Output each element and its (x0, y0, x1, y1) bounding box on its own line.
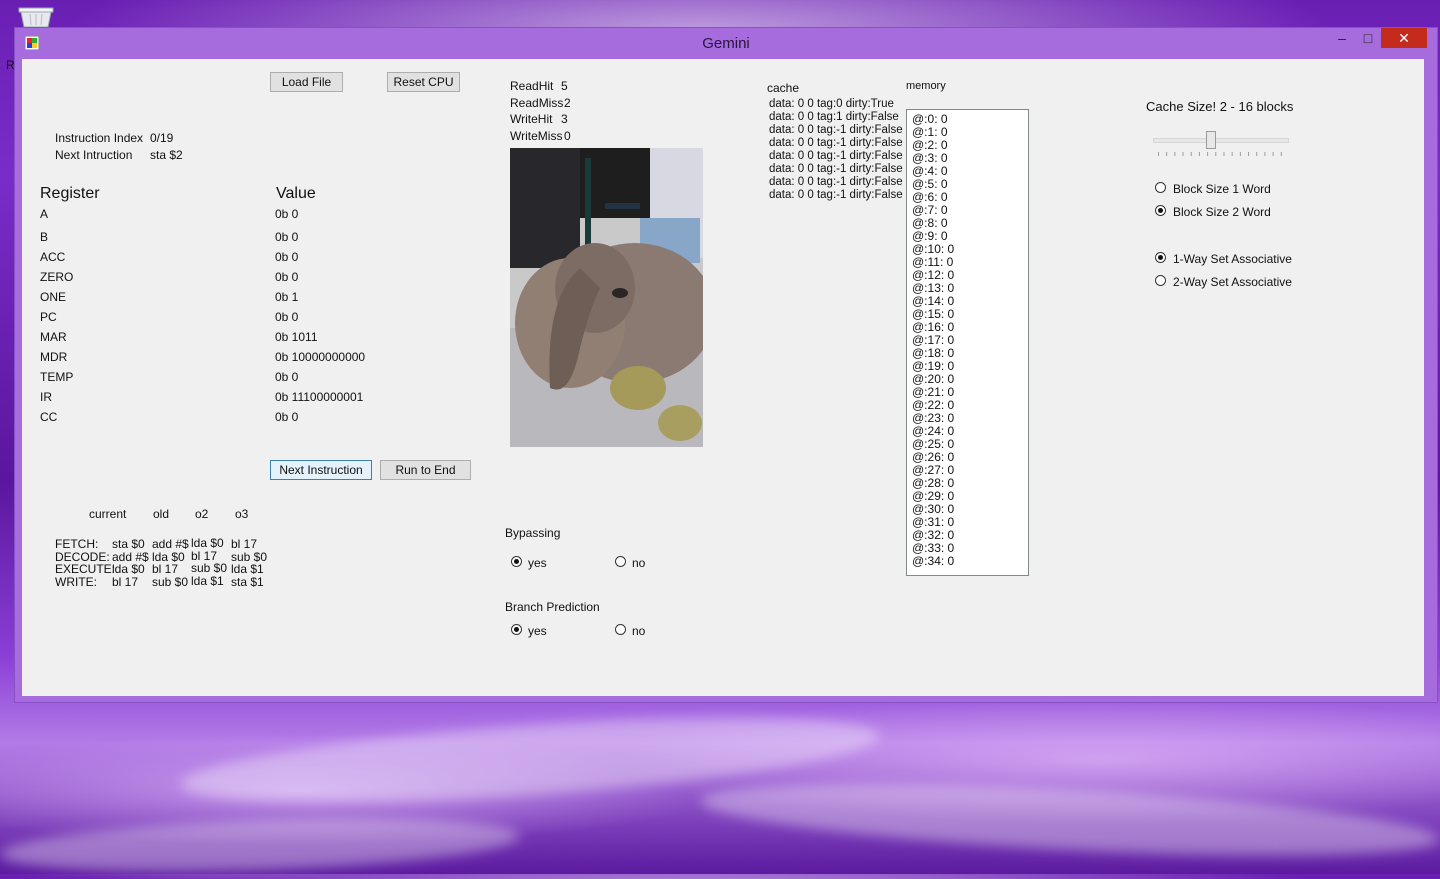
wallpaper-highlight (698, 770, 1440, 870)
register-name: ACC (40, 250, 66, 264)
reset-cpu-button[interactable]: Reset CPU (387, 72, 460, 92)
register-name: A (40, 207, 49, 221)
block-size-2-label[interactable]: Block Size 2 Word (1173, 205, 1271, 219)
cache-line: data: 0 0 tag:1 dirty:False (769, 111, 899, 123)
stat-label: ReadHit (510, 79, 554, 93)
rabbit-photo (510, 148, 703, 447)
memory-listbox[interactable]: @:0: 0 @:1: 0 @:2: 0 @:3: 0 @:4: 0 @:5: 0 @:6:… (906, 109, 1029, 576)
branch-no-label[interactable]: no (632, 624, 645, 638)
register-name: ONE (40, 290, 67, 304)
register-name: TEMP (40, 370, 74, 384)
block-size-1-radio[interactable] (1155, 182, 1166, 193)
value-header: Value (276, 185, 316, 202)
app-window: Gemini – □ ✕ Load File Reset CPU Instruc… (14, 27, 1438, 703)
next-instruction-label: Next Intruction (55, 148, 133, 162)
recycle-bin-icon[interactable] (18, 6, 54, 28)
cache-line: data: 0 0 tag:-1 dirty:False (769, 163, 903, 175)
pipeline-stage-label: WRITE: (55, 575, 97, 590)
load-file-button[interactable]: Load File (270, 72, 343, 92)
register-value: 0b 0 (275, 310, 299, 324)
one-way-set-label[interactable]: 1-Way Set Associative (1173, 252, 1292, 266)
cache-line: data: 0 0 tag:-1 dirty:False (769, 137, 903, 149)
register-value: 0b 0 (275, 230, 299, 244)
branch-no-radio[interactable] (615, 624, 626, 635)
register-value: 0b 0 (275, 370, 299, 384)
slider-ticks (1158, 152, 1282, 156)
pipeline-cell: bl 17 (112, 575, 139, 590)
pipeline-cell: sub $0 (152, 575, 189, 590)
one-way-set-radio[interactable] (1155, 252, 1166, 263)
register-value: 0b 0 (275, 207, 299, 221)
register-value: 0b 11100000001 (275, 390, 364, 404)
window-title: Gemini (702, 35, 750, 52)
cache-line: data: 0 0 tag:-1 dirty:False (769, 150, 903, 162)
cache-title: cache (767, 81, 800, 95)
maximize-button[interactable]: □ (1355, 28, 1381, 48)
register-value: 0b 1 (275, 290, 299, 304)
block-size-2-radio[interactable] (1155, 205, 1166, 216)
pipeline-header: current (89, 507, 127, 521)
next-instruction-button[interactable]: Next Instruction (270, 460, 372, 480)
register-header: Register (40, 185, 100, 202)
cache-line: data: 0 0 tag:-1 dirty:False (769, 124, 903, 136)
two-way-set-label[interactable]: 2-Way Set Associative (1173, 275, 1292, 289)
register-name: MAR (40, 330, 67, 344)
stat-label: WriteMiss (510, 129, 563, 144)
cache-size-slider-thumb[interactable] (1206, 131, 1217, 149)
register-value: 0b 0 (275, 410, 299, 424)
bypassing-label: Bypassing (505, 526, 561, 540)
register-name: IR (40, 390, 52, 404)
close-button[interactable]: ✕ (1381, 28, 1427, 48)
cache-line: data: 0 0 tag:-1 dirty:False (769, 176, 903, 188)
pipeline-cell: lda $1 (191, 574, 224, 589)
run-to-end-button[interactable]: Run to End (380, 460, 471, 480)
instruction-index-label: Instruction Index (55, 131, 144, 145)
two-way-set-radio[interactable] (1155, 275, 1166, 286)
pipeline-header: old (153, 507, 170, 521)
client-area: Load File Reset CPU Instruction Index 0/… (22, 59, 1424, 696)
register-name: PC (40, 310, 57, 324)
cache-size-label: Cache Size! 2 - 16 blocks (1146, 99, 1294, 114)
register-value: 0b 1011 (275, 330, 318, 344)
stat-value: 0 (564, 129, 571, 144)
stat-label: ReadMiss (510, 95, 564, 110)
bypassing-yes-label[interactable]: yes (528, 556, 547, 570)
branch-yes-radio[interactable] (511, 624, 522, 635)
cache-line: data: 0 0 tag:-1 dirty:False (769, 189, 903, 201)
register-name: CC (40, 410, 58, 424)
stat-value: 3 (561, 112, 568, 127)
bypassing-no-radio[interactable] (615, 556, 626, 567)
cache-line: data: 0 0 tag:0 dirty:True (769, 98, 894, 110)
register-value: 0b 10000000000 (275, 350, 366, 364)
bypassing-yes-radio[interactable] (511, 556, 522, 567)
stat-label: WriteHit (510, 112, 553, 127)
register-name: B (40, 230, 49, 244)
pipeline-header: o2 (195, 507, 209, 521)
register-value: 0b 0 (275, 270, 299, 284)
memory-item[interactable]: @:34: 0 (912, 555, 954, 568)
cache-size-slider-track[interactable] (1153, 138, 1289, 143)
instruction-index-value: 0/19 (150, 131, 174, 145)
title-bar[interactable]: Gemini – □ ✕ (15, 28, 1437, 58)
bypassing-no-label[interactable]: no (632, 556, 645, 570)
register-name: MDR (40, 350, 68, 364)
pipeline-header: o3 (235, 507, 249, 521)
next-instruction-value: sta $2 (150, 148, 183, 162)
block-size-1-label[interactable]: Block Size 1 Word (1173, 182, 1271, 196)
branch-yes-label[interactable]: yes (528, 624, 547, 638)
register-name: ZERO (40, 270, 74, 284)
wallpaper-highlight (0, 810, 521, 879)
minimize-button[interactable]: – (1329, 28, 1355, 48)
memory-title: memory (906, 80, 946, 92)
stat-value: 2 (564, 95, 571, 110)
pipeline-cell: sta $1 (231, 575, 264, 590)
stat-value: 5 (561, 79, 568, 93)
branch-prediction-label: Branch Prediction (505, 600, 600, 614)
register-value: 0b 0 (275, 250, 299, 264)
